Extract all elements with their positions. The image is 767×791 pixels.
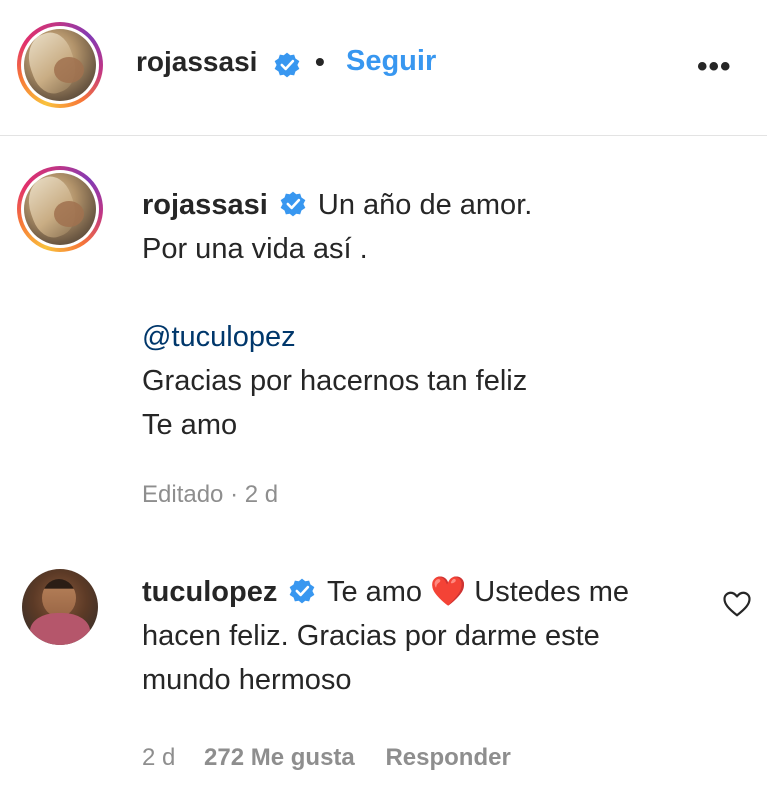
follow-button[interactable]: Seguir [346,45,436,78]
commenter-avatar-photo [22,569,98,645]
caption-line-3: Gracias por hacernos tan feliz [142,365,528,397]
comment-likes-count[interactable]: 272 Me gusta [204,744,355,771]
caption-line-1: Un año de amor. [317,189,533,221]
verified-badge-icon [274,52,300,78]
post-caption: rojassasi Un año de amor. Por una vida a… [142,183,742,447]
comment-body: tuculopez Te amo ❤️ Ustedes me hacen fel… [142,570,682,702]
verified-badge-icon [290,578,315,604]
caption-avatar-photo [24,173,96,245]
caption-meta: Editado · 2 d [142,481,279,508]
comment-meta: 2 d 272 Me gusta Responder [142,744,511,772]
caption-line-4: Te amo [142,409,238,441]
header-username[interactable]: rojassasi [136,46,257,78]
caption-username[interactable]: rojassasi [142,189,268,221]
reply-button[interactable]: Responder [385,744,510,771]
author-avatar[interactable] [17,22,103,108]
comment-time: 2 d [142,744,176,771]
author-avatar-photo [24,29,96,101]
post-header: rojassasi • Seguir ••• [0,0,767,136]
like-heart-icon[interactable] [722,590,752,618]
caption-avatar[interactable] [17,166,103,252]
comment-username[interactable]: tuculopez [142,576,277,608]
caption-line-2: Por una vida así . [142,233,368,265]
comment-text-start: Te amo [326,576,423,608]
commenter-avatar[interactable] [17,564,103,650]
red-heart-emoji-icon: ❤️ [430,576,467,608]
verified-badge-icon [280,191,306,217]
more-options-icon[interactable]: ••• [697,50,732,84]
caption-mention-link[interactable]: @tuculopez [142,315,742,359]
header-separator: • [315,46,325,77]
